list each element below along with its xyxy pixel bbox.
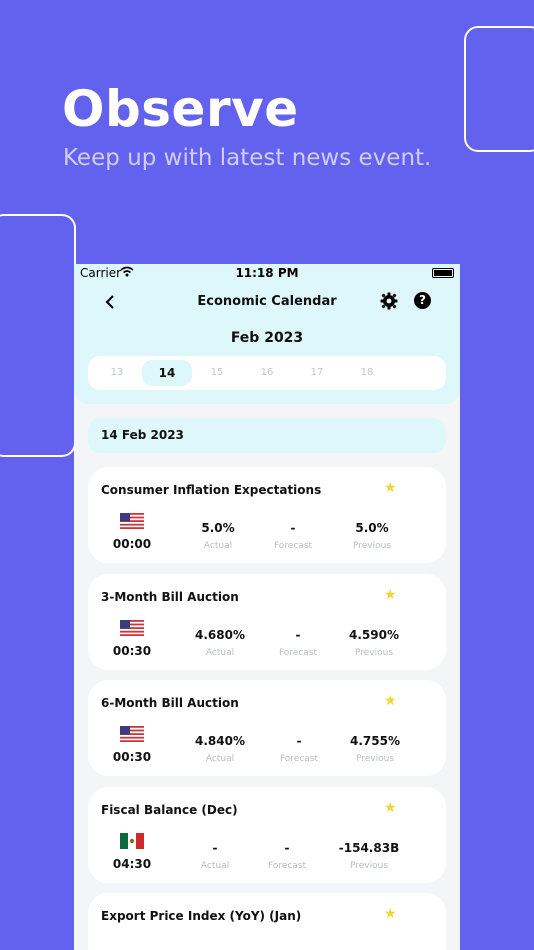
month-label: Feb 2023	[230, 330, 304, 346]
actual-value: 4.680%	[195, 628, 245, 642]
promo-subline: Keep up with latest news event.	[63, 145, 432, 171]
forecast-value: -	[296, 734, 302, 748]
star-icon[interactable]: ★	[384, 693, 397, 709]
previous-value: 5.0%	[355, 521, 389, 535]
event-card[interactable]: 6-Month Bill Auction ★ 00:30 4.840% Actua…	[88, 680, 446, 776]
previous-column: -154.83B Previous	[327, 841, 411, 871]
day-tab-selected[interactable]: 14	[142, 360, 192, 386]
phone-screen: Carrier 11:18 PM Economic Calendar ? Feb…	[74, 264, 460, 950]
previous-value: 4.590%	[349, 628, 399, 642]
date-header-label: 14 Feb 2023	[101, 428, 184, 442]
date-header: 14 Feb 2023	[88, 418, 446, 453]
status-bar: Carrier 11:18 PM	[74, 264, 460, 284]
day-tab[interactable]: 13	[92, 360, 142, 386]
forecast-column: - Forecast	[251, 521, 335, 551]
event-time: 00:00	[112, 537, 152, 551]
previous-column: 4.755% Previous	[333, 734, 417, 764]
previous-column: 5.0% Previous	[330, 521, 414, 551]
previous-label: Previous	[354, 648, 394, 658]
promo-headline: Observe	[62, 80, 299, 138]
event-card[interactable]: Export Price Index (YoY) (Jan) ★	[88, 893, 446, 950]
forecast-value: -	[284, 841, 290, 855]
decorative-frame-right	[464, 26, 534, 152]
actual-column: 4.840% Actual	[178, 734, 262, 764]
nav-title: Economic Calendar	[197, 294, 337, 309]
star-icon[interactable]: ★	[384, 587, 397, 603]
battery-icon	[432, 268, 454, 278]
actual-label: Actual	[205, 754, 235, 764]
event-title: Consumer Inflation Expectations	[101, 483, 322, 497]
forecast-label: Forecast	[278, 648, 318, 658]
event-card[interactable]: Fiscal Balance (Dec) ★ 04:30 - Actual - Fo…	[88, 787, 446, 883]
gear-icon[interactable]	[380, 292, 398, 314]
nav-bar: Economic Calendar ?	[74, 288, 460, 316]
decorative-frame-left	[0, 214, 76, 457]
forecast-label: Forecast	[273, 541, 313, 551]
day-tab[interactable]: 18	[342, 360, 392, 386]
actual-value: 4.840%	[195, 734, 245, 748]
forecast-column: - Forecast	[245, 841, 329, 871]
event-title: Export Price Index (YoY) (Jan)	[101, 909, 302, 923]
event-time: 04:30	[112, 857, 152, 871]
previous-value: 4.755%	[350, 734, 400, 748]
status-time: 11:18 PM	[235, 266, 299, 280]
day-tab[interactable]: 16	[242, 360, 292, 386]
previous-value: -154.83B	[338, 841, 400, 855]
forecast-value: -	[290, 521, 296, 535]
actual-value: 5.0%	[201, 521, 235, 535]
previous-column: 4.590% Previous	[332, 628, 416, 658]
event-title: Fiscal Balance (Dec)	[101, 803, 238, 817]
event-card[interactable]: Consumer Inflation Expectations ★ 00:00 …	[88, 467, 446, 563]
actual-column: 5.0% Actual	[176, 521, 260, 551]
forecast-label: Forecast	[267, 861, 307, 871]
star-icon[interactable]: ★	[384, 906, 397, 922]
event-card[interactable]: 3-Month Bill Auction ★ 00:30 4.680% Actua…	[88, 574, 446, 670]
us-flag-icon	[120, 620, 144, 636]
us-flag-icon	[120, 726, 144, 742]
day-tab[interactable]: 15	[192, 360, 242, 386]
event-time: 00:30	[112, 750, 152, 764]
us-flag-icon	[120, 513, 144, 529]
forecast-column: - Forecast	[257, 734, 341, 764]
day-tab[interactable]: 17	[292, 360, 342, 386]
event-title: 3-Month Bill Auction	[101, 590, 239, 604]
forecast-value: -	[295, 628, 301, 642]
actual-column: 4.680% Actual	[178, 628, 262, 658]
forecast-label: Forecast	[279, 754, 319, 764]
previous-label: Previous	[349, 861, 389, 871]
event-time: 00:30	[112, 644, 152, 658]
star-icon[interactable]: ★	[384, 480, 397, 496]
previous-label: Previous	[352, 541, 392, 551]
actual-label: Actual	[205, 648, 235, 658]
day-selector: 13 14 15 16 17 18	[88, 356, 446, 390]
forecast-column: - Forecast	[256, 628, 340, 658]
help-icon[interactable]: ?	[414, 292, 431, 309]
previous-label: Previous	[355, 754, 395, 764]
event-title: 6-Month Bill Auction	[101, 696, 239, 710]
mexico-flag-icon	[120, 833, 144, 849]
actual-label: Actual	[203, 541, 233, 551]
star-icon[interactable]: ★	[384, 800, 397, 816]
